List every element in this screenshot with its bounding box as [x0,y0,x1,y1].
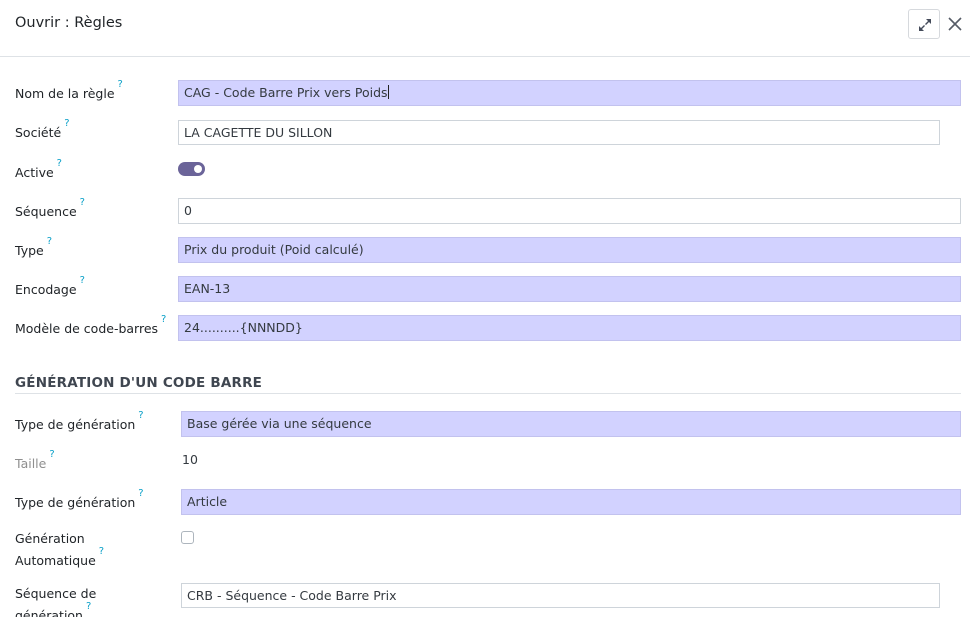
active-label: Active? [15,158,62,182]
generation-sequence-label: Séquence de génération? [15,584,96,617]
dialog-title: Ouvrir : Règles [15,15,123,31]
size-label: Taille? [15,449,55,473]
help-icon[interactable]: ? [57,158,62,169]
help-icon[interactable]: ? [64,118,69,129]
help-icon[interactable]: ? [138,488,143,499]
generation-type-2-label: Type de génération? [15,488,144,512]
auto-generation-label-line1: Génération [15,531,85,546]
encoding-label-text: Encodage [15,282,77,298]
company-label: Société? [15,118,70,142]
close-icon [948,17,962,31]
barcode-pattern-label: Modèle de code-barres? [15,314,166,338]
auto-generation-checkbox[interactable] [181,531,194,544]
help-icon[interactable]: ? [99,546,104,557]
help-icon[interactable]: ? [80,197,85,208]
sequence-label: Séquence? [15,197,85,221]
close-button[interactable] [944,13,966,35]
generation-type-label-text: Type de génération [15,417,136,433]
auto-generation-label: Génération Automatique? [15,529,104,570]
expand-icon [919,19,931,31]
size-label-text: Taille [15,456,47,472]
sequence-label-text: Séquence [15,204,77,220]
dialog-header: Ouvrir : Règles [0,0,970,57]
generation-type-2-label-text: Type de génération [15,495,136,511]
help-icon[interactable]: ? [138,410,143,421]
active-toggle[interactable] [178,162,205,176]
rule-name-input[interactable]: CAG - Code Barre Prix vers Poids [178,80,961,106]
generation-type-2-select[interactable]: Article [181,489,961,515]
company-label-text: Société [15,125,62,141]
company-input[interactable]: LA CAGETTE DU SILLON [178,120,940,145]
section-title: GÉNÉRATION D'UN CODE BARRE [15,375,263,391]
generation-sequence-label-line1: Séquence de [15,586,97,601]
generation-type-select[interactable]: Base gérée via une séquence [181,411,961,437]
generation-type-label: Type de génération? [15,410,144,434]
encoding-select[interactable]: EAN-13 [178,276,961,302]
rule-name-label: Nom de la règle? [15,79,123,103]
barcode-pattern-input[interactable]: 24..........{NNNDD} [178,315,961,341]
type-label-text: Type [15,243,44,259]
generation-sequence-input[interactable]: CRB - Séquence - Code Barre Prix [181,583,940,608]
section-divider [15,393,961,394]
rule-name-label-text: Nom de la règle [15,86,115,102]
help-icon[interactable]: ? [86,601,91,612]
type-select[interactable]: Prix du produit (Poid calculé) [178,237,961,263]
sequence-input[interactable]: 0 [178,198,961,224]
generation-sequence-label-line2: génération [15,608,83,617]
encoding-label: Encodage? [15,275,85,299]
active-label-text: Active [15,165,54,181]
toggle-knob [194,165,202,173]
help-icon[interactable]: ? [118,79,123,90]
barcode-pattern-label-text: Modèle de code-barres [15,321,159,337]
help-icon[interactable]: ? [47,236,52,247]
help-icon[interactable]: ? [49,449,54,460]
help-icon[interactable]: ? [161,314,166,325]
type-label: Type? [15,236,52,260]
expand-button[interactable] [908,9,940,39]
size-value: 10 [182,452,198,467]
text-cursor [387,85,389,99]
help-icon[interactable]: ? [80,275,85,286]
rule-name-value: CAG - Code Barre Prix vers Poids [184,85,388,100]
auto-generation-label-line2: Automatique [15,553,96,569]
